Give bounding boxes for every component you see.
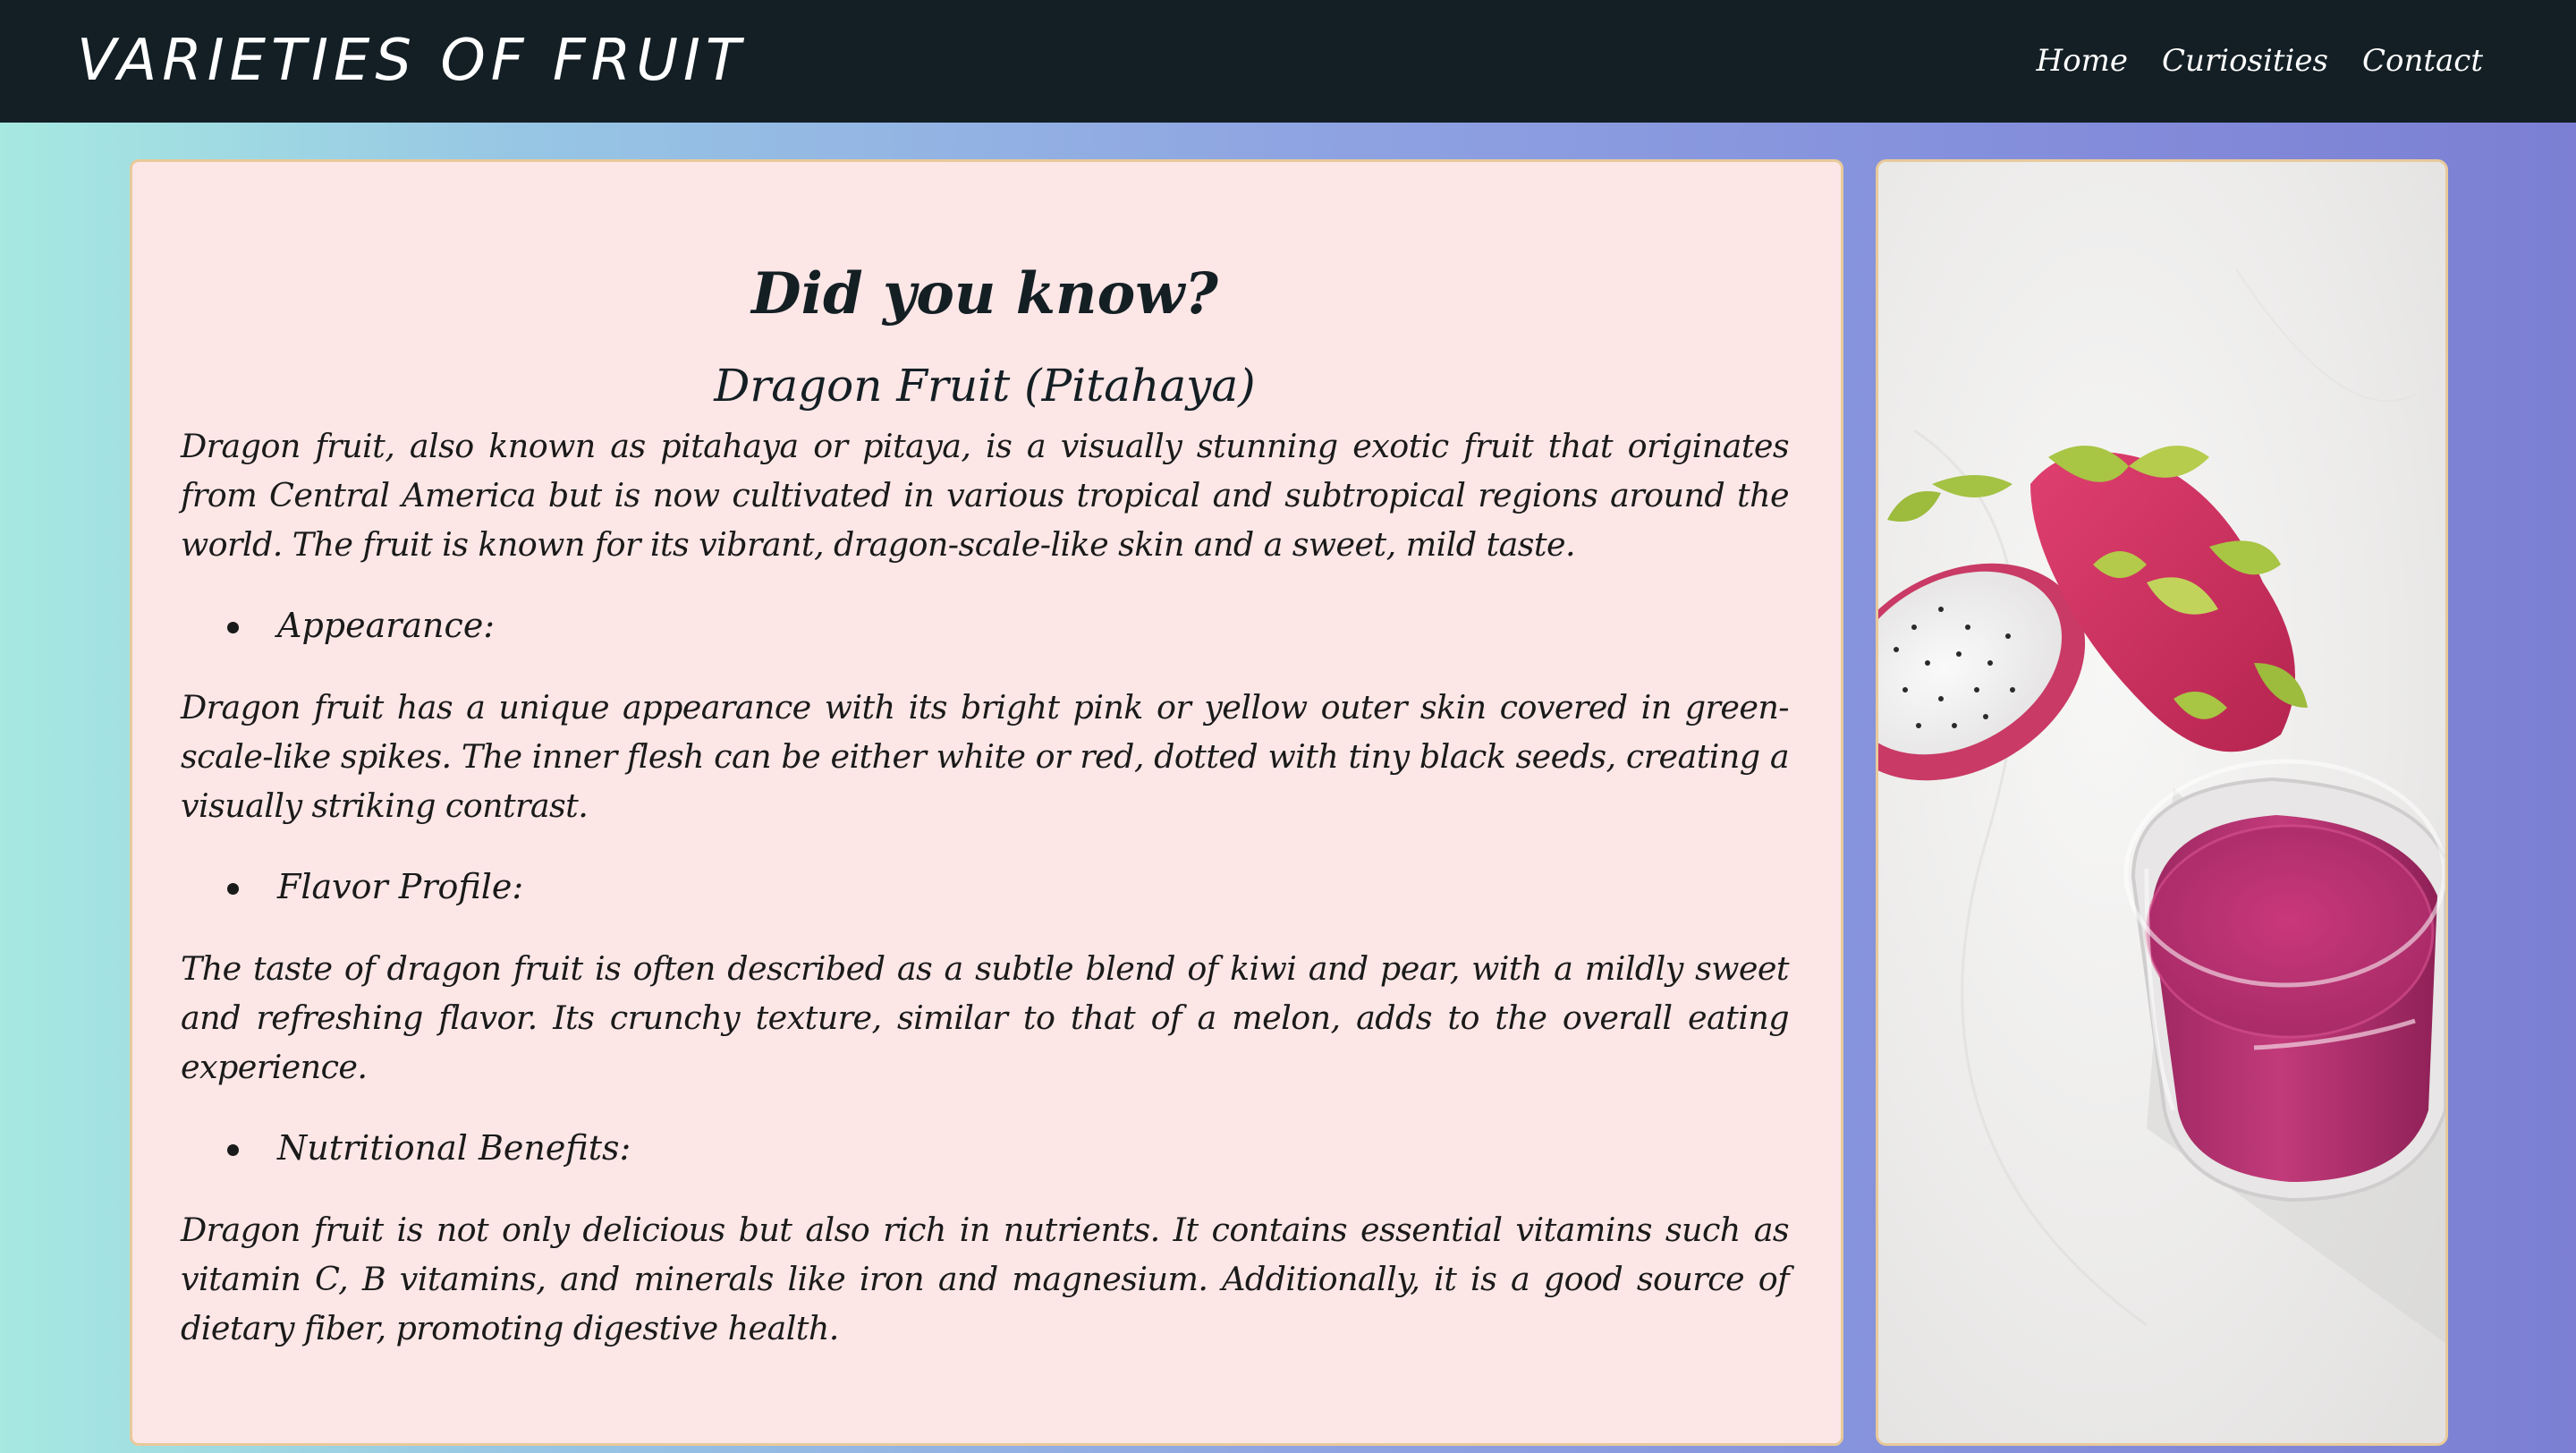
nav-link-home[interactable]: Home	[2037, 39, 2128, 82]
page-title: Did you know?	[751, 260, 1218, 327]
nav-links: Home Curiosities Contact	[2037, 39, 2483, 82]
section-heading-list: Appearance:	[181, 601, 1789, 650]
navbar: VARIETIES OF FRUIT Home Curiosities Cont…	[0, 0, 2576, 123]
nav-link-contact[interactable]: Contact	[2362, 39, 2483, 82]
flavor-paragraph: The taste of dragon fruit is often descr…	[181, 949, 1790, 1086]
dragon-fruit-smoothie-image	[1876, 159, 2448, 1446]
section-heading-appearance: Appearance:	[227, 601, 1789, 650]
intro-paragraph: Dragon fruit, also known as pitahaya or …	[181, 427, 1790, 564]
article-subtitle: Dragon Fruit (Pitahaya)	[714, 360, 1256, 412]
smoothie-glass	[2123, 759, 2445, 1202]
site-brand[interactable]: VARIETIES OF FRUIT	[77, 23, 746, 98]
nav-link-curiosities[interactable]: Curiosities	[2162, 39, 2328, 82]
section-heading-nutrition: Nutritional Benefits:	[227, 1124, 1789, 1173]
section-heading-flavor: Flavor Profile:	[227, 862, 1789, 912]
appearance-paragraph: Dragon fruit has a unique appearance wit…	[181, 688, 1790, 825]
section-heading-list: Flavor Profile:	[181, 862, 1789, 912]
dragon-fruit-illustration	[1878, 162, 2445, 1443]
article-card: Did you know? Dragon Fruit (Pitahaya) Dr…	[130, 159, 1843, 1446]
section-heading-list: Nutritional Benefits:	[181, 1124, 1789, 1173]
nutrition-paragraph: Dragon fruit is not only delicious but a…	[181, 1211, 1790, 1347]
